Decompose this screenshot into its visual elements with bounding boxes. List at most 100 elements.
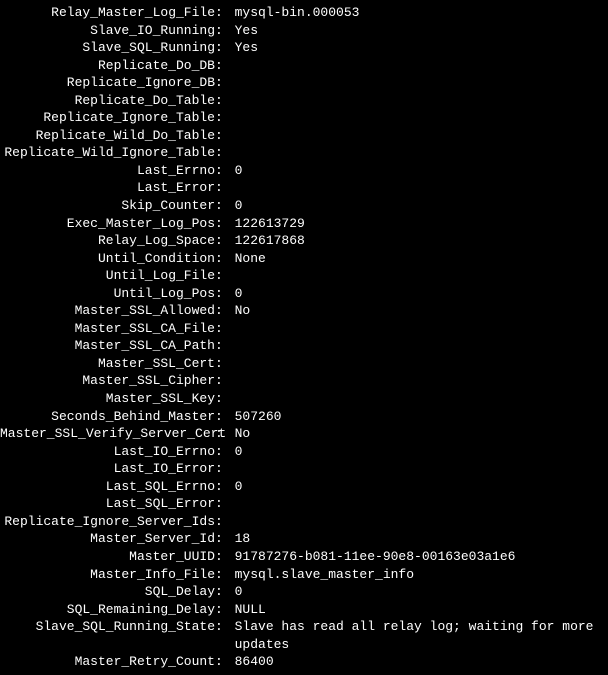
status-value	[235, 179, 608, 197]
status-value: mysql.slave_master_info	[235, 566, 608, 584]
status-value	[235, 337, 608, 355]
colon-separator: :	[215, 355, 235, 373]
status-key: Replicate_Wild_Ignore_Table	[0, 144, 215, 162]
status-key: Relay_Master_Log_File	[0, 4, 215, 22]
status-row: Master_SSL_CA_File:	[0, 320, 608, 338]
status-value	[235, 109, 608, 127]
status-key: Last_Error	[0, 179, 215, 197]
status-key: Master_SSL_CA_Path	[0, 337, 215, 355]
status-value	[235, 355, 608, 373]
colon-separator: :	[215, 179, 235, 197]
status-row: Exec_Master_Log_Pos: 122613729	[0, 215, 608, 233]
status-row: Master_Retry_Count: 86400	[0, 653, 608, 671]
status-key: Replicate_Wild_Do_Table	[0, 127, 215, 145]
colon-separator: :	[215, 443, 235, 461]
status-key: Master_Server_Id	[0, 530, 215, 548]
status-value	[235, 74, 608, 92]
colon-separator: :	[215, 513, 235, 531]
status-row: Replicate_Do_Table:	[0, 92, 608, 110]
status-value	[235, 513, 608, 531]
colon-separator: :	[215, 408, 235, 426]
status-row: Master_SSL_Key:	[0, 390, 608, 408]
status-key: Master_SSL_CA_File	[0, 320, 215, 338]
status-value: 0	[235, 285, 608, 303]
status-value	[235, 144, 608, 162]
status-key: Seconds_Behind_Master	[0, 408, 215, 426]
colon-separator: :	[215, 162, 235, 180]
status-row: Replicate_Ignore_Table:	[0, 109, 608, 127]
status-row: Replicate_Ignore_DB:	[0, 74, 608, 92]
status-value	[235, 57, 608, 75]
colon-separator: :	[215, 372, 235, 390]
status-key: Master_Info_File	[0, 566, 215, 584]
colon-separator: :	[215, 250, 235, 268]
status-row: Replicate_Wild_Do_Table:	[0, 127, 608, 145]
status-value: 0	[235, 162, 608, 180]
status-key: Exec_Master_Log_Pos	[0, 215, 215, 233]
colon-separator: :	[215, 583, 235, 601]
status-row: Replicate_Ignore_Server_Ids:	[0, 513, 608, 531]
status-value: 122617868	[235, 232, 608, 250]
status-value	[235, 320, 608, 338]
status-key: Master_Retry_Count	[0, 653, 215, 671]
colon-separator: :	[215, 127, 235, 145]
status-row: Until_Condition: None	[0, 250, 608, 268]
status-row: Master_Server_Id: 18	[0, 530, 608, 548]
status-value	[235, 495, 608, 513]
status-row: Slave_IO_Running: Yes	[0, 22, 608, 40]
status-value: No	[235, 302, 608, 320]
status-value: Yes	[235, 22, 608, 40]
status-row: Last_SQL_Error:	[0, 495, 608, 513]
status-row: Master_SSL_Cert:	[0, 355, 608, 373]
status-row: Master_SSL_CA_Path:	[0, 337, 608, 355]
status-value	[235, 390, 608, 408]
colon-separator: :	[215, 618, 235, 653]
colon-separator: :	[215, 390, 235, 408]
status-key: Until_Log_File	[0, 267, 215, 285]
colon-separator: :	[215, 337, 235, 355]
status-key: Master_SSL_Key	[0, 390, 215, 408]
colon-separator: :	[215, 215, 235, 233]
colon-separator: :	[215, 601, 235, 619]
status-value	[235, 460, 608, 478]
status-row: Last_Error:	[0, 179, 608, 197]
status-key: Replicate_Do_Table	[0, 92, 215, 110]
status-key: Until_Log_Pos	[0, 285, 215, 303]
status-row: Last_Errno: 0	[0, 162, 608, 180]
status-row: Last_IO_Errno: 0	[0, 443, 608, 461]
status-row: Last_SQL_Errno: 0	[0, 478, 608, 496]
status-value: 18	[235, 530, 608, 548]
status-row: Slave_SQL_Running: Yes	[0, 39, 608, 57]
colon-separator: :	[215, 267, 235, 285]
status-row: Master_UUID: 91787276-b081-11ee-90e8-001…	[0, 548, 608, 566]
status-value: 507260	[235, 408, 608, 426]
status-value: 0	[235, 197, 608, 215]
status-key: Replicate_Do_DB	[0, 57, 215, 75]
colon-separator: :	[215, 197, 235, 215]
status-row: Replicate_Do_DB:	[0, 57, 608, 75]
status-value	[235, 267, 608, 285]
slave-status-output: Relay_Master_Log_File: mysql-bin.000053S…	[0, 4, 608, 671]
status-key: Master_SSL_Cert	[0, 355, 215, 373]
status-value: 0	[235, 443, 608, 461]
status-row: Relay_Log_Space: 122617868	[0, 232, 608, 250]
status-row: Seconds_Behind_Master: 507260	[0, 408, 608, 426]
status-row: SQL_Delay: 0	[0, 583, 608, 601]
colon-separator: :	[215, 22, 235, 40]
colon-separator: :	[215, 232, 235, 250]
status-value: mysql-bin.000053	[235, 4, 608, 22]
status-row: Replicate_Wild_Ignore_Table:	[0, 144, 608, 162]
status-key: Last_IO_Error	[0, 460, 215, 478]
status-key: Last_SQL_Errno	[0, 478, 215, 496]
status-value	[235, 127, 608, 145]
status-key: Last_SQL_Error	[0, 495, 215, 513]
colon-separator: :	[215, 566, 235, 584]
status-key: Last_IO_Errno	[0, 443, 215, 461]
status-row: Until_Log_Pos: 0	[0, 285, 608, 303]
status-row: SQL_Remaining_Delay: NULL	[0, 601, 608, 619]
colon-separator: :	[215, 74, 235, 92]
colon-separator: :	[215, 320, 235, 338]
status-key: Master_SSL_Cipher	[0, 372, 215, 390]
status-key: Master_SSL_Verify_Server_Cert	[0, 425, 215, 443]
colon-separator: :	[215, 144, 235, 162]
